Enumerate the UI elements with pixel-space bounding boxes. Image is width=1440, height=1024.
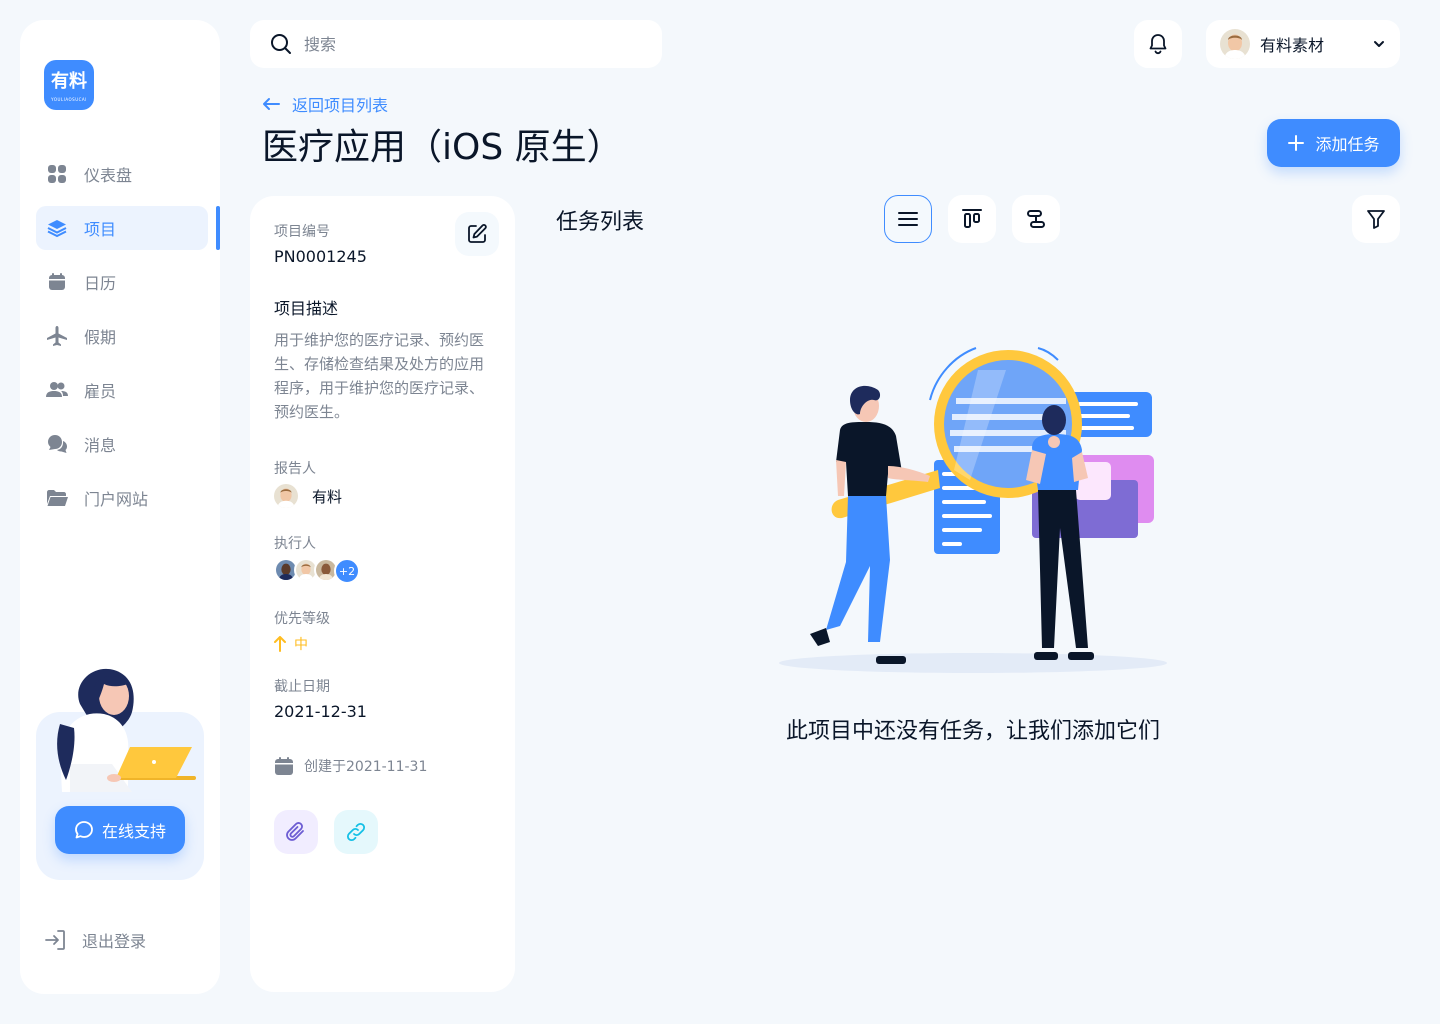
sidebar-item-label: 日历 xyxy=(84,274,117,293)
chat-bubble-icon xyxy=(74,820,94,840)
add-task-label: 添加任务 xyxy=(1315,135,1380,154)
edit-icon xyxy=(466,223,488,245)
arrow-up-icon xyxy=(274,636,286,652)
priority-value: 中 xyxy=(274,634,308,654)
support-illustration xyxy=(57,668,196,792)
project-info-panel: 项目编号 PN0001245 项目描述 用于维护您的医疗记录、预约医生、存储检查… xyxy=(250,196,515,992)
folder-icon xyxy=(46,487,68,509)
list-view-button[interactable] xyxy=(884,195,932,243)
board-icon xyxy=(961,208,983,230)
support-button-label: 在线支持 xyxy=(101,822,166,841)
paperclip-icon xyxy=(285,821,307,843)
sidebar-item-label: 雇员 xyxy=(84,382,117,401)
sidebar-item-messages[interactable]: 消息 xyxy=(36,422,208,466)
page-title: 医疗应用（iOS 原生） xyxy=(262,127,623,168)
brand-logo-text: 有料 xyxy=(51,71,87,92)
search-icon xyxy=(270,33,292,55)
empty-state-illustration xyxy=(779,347,1167,673)
attachment-button[interactable] xyxy=(274,810,318,854)
filter-icon xyxy=(1365,208,1387,230)
sidebar-item-label: 消息 xyxy=(84,436,117,455)
search-bar[interactable] xyxy=(250,20,662,68)
deadline-value: 2021-12-31 xyxy=(274,702,367,721)
calendar-icon xyxy=(274,756,294,776)
empty-state-message: 此项目中还没有任务，让我们添加它们 xyxy=(785,719,1160,744)
priority-text: 中 xyxy=(294,637,308,653)
timeline-icon xyxy=(1025,208,1047,230)
link-icon xyxy=(345,821,367,843)
project-number: PN0001245 xyxy=(274,247,367,266)
priority-label: 优先等级 xyxy=(274,611,330,627)
plus-icon xyxy=(1287,134,1305,152)
dashboard-icon xyxy=(46,163,68,185)
reporter-avatar xyxy=(274,484,298,508)
assignee-label: 执行人 xyxy=(274,536,316,552)
link-button[interactable] xyxy=(334,810,378,854)
sidebar-item-employees[interactable]: 雇员 xyxy=(36,368,208,412)
brand-logo-subtext: YOULIAOSUCAI xyxy=(51,97,87,102)
sidebar-item-label: 仪表盘 xyxy=(84,166,133,185)
sidebar-item-calendar[interactable]: 日历 xyxy=(36,260,208,304)
reporter: 有料 xyxy=(274,484,342,508)
search-input[interactable] xyxy=(304,34,624,54)
timeline-view-button[interactable] xyxy=(1012,195,1060,243)
board-view-button[interactable] xyxy=(948,195,996,243)
reporter-name: 有料 xyxy=(312,487,343,506)
list-icon xyxy=(897,210,919,228)
assignee-list: +2 xyxy=(274,558,360,584)
filter-button[interactable] xyxy=(1352,195,1400,243)
user-avatar xyxy=(1220,29,1250,59)
back-link-label: 返回项目列表 xyxy=(292,96,389,115)
notifications-button[interactable] xyxy=(1134,20,1182,68)
logout-icon xyxy=(44,929,66,951)
more-assignees-badge[interactable]: +2 xyxy=(334,558,360,584)
edit-project-button[interactable] xyxy=(455,212,499,256)
sidebar-item-dashboard[interactable]: 仪表盘 xyxy=(36,152,208,196)
project-description: 用于维护您的医疗记录、预约医生、存储检查结果及处方的应用程序，用于维护您的医疗记… xyxy=(274,331,485,421)
sidebar-item-vacations[interactable]: 假期 xyxy=(36,314,208,358)
active-indicator xyxy=(216,206,220,250)
sidebar: 有料 YOULIAOSUCAI 仪表盘 项目 日历 假期 雇员 消息 门户网站 … xyxy=(20,20,220,994)
chevron-down-icon xyxy=(1372,37,1386,51)
users-icon xyxy=(46,379,68,401)
logout-button[interactable]: 退出登录 xyxy=(44,928,146,952)
support-card: 在线支持 xyxy=(36,668,204,880)
sidebar-item-portal[interactable]: 门户网站 xyxy=(36,476,208,520)
reporter-label: 报告人 xyxy=(274,461,316,477)
arrow-left-icon xyxy=(262,97,280,111)
calendar-icon xyxy=(46,271,68,293)
sidebar-item-projects[interactable]: 项目 xyxy=(36,206,208,250)
user-menu[interactable]: 有料素材 xyxy=(1206,20,1400,68)
support-button[interactable]: 在线支持 xyxy=(55,806,185,854)
sidebar-item-label: 门户网站 xyxy=(84,490,149,509)
deadline-label: 截止日期 xyxy=(274,679,330,695)
task-list-title: 任务列表 xyxy=(556,210,645,235)
created-date: 创建于2021-11-31 xyxy=(274,756,427,776)
bell-icon xyxy=(1147,33,1169,55)
logout-label: 退出登录 xyxy=(82,932,147,951)
description-heading: 项目描述 xyxy=(274,299,339,318)
add-task-button[interactable]: 添加任务 xyxy=(1267,119,1400,167)
chat-icon xyxy=(46,433,68,455)
created-text: 创建于2021-11-31 xyxy=(304,759,428,775)
back-to-projects-link[interactable]: 返回项目列表 xyxy=(262,92,388,116)
layers-icon xyxy=(46,217,68,239)
sidebar-item-label: 项目 xyxy=(84,220,117,239)
sidebar-item-label: 假期 xyxy=(84,328,117,347)
brand-logo[interactable]: 有料 YOULIAOSUCAI xyxy=(44,60,94,110)
user-name: 有料素材 xyxy=(1260,36,1325,55)
project-number-label: 项目编号 xyxy=(274,224,330,240)
airplane-icon xyxy=(46,325,68,347)
